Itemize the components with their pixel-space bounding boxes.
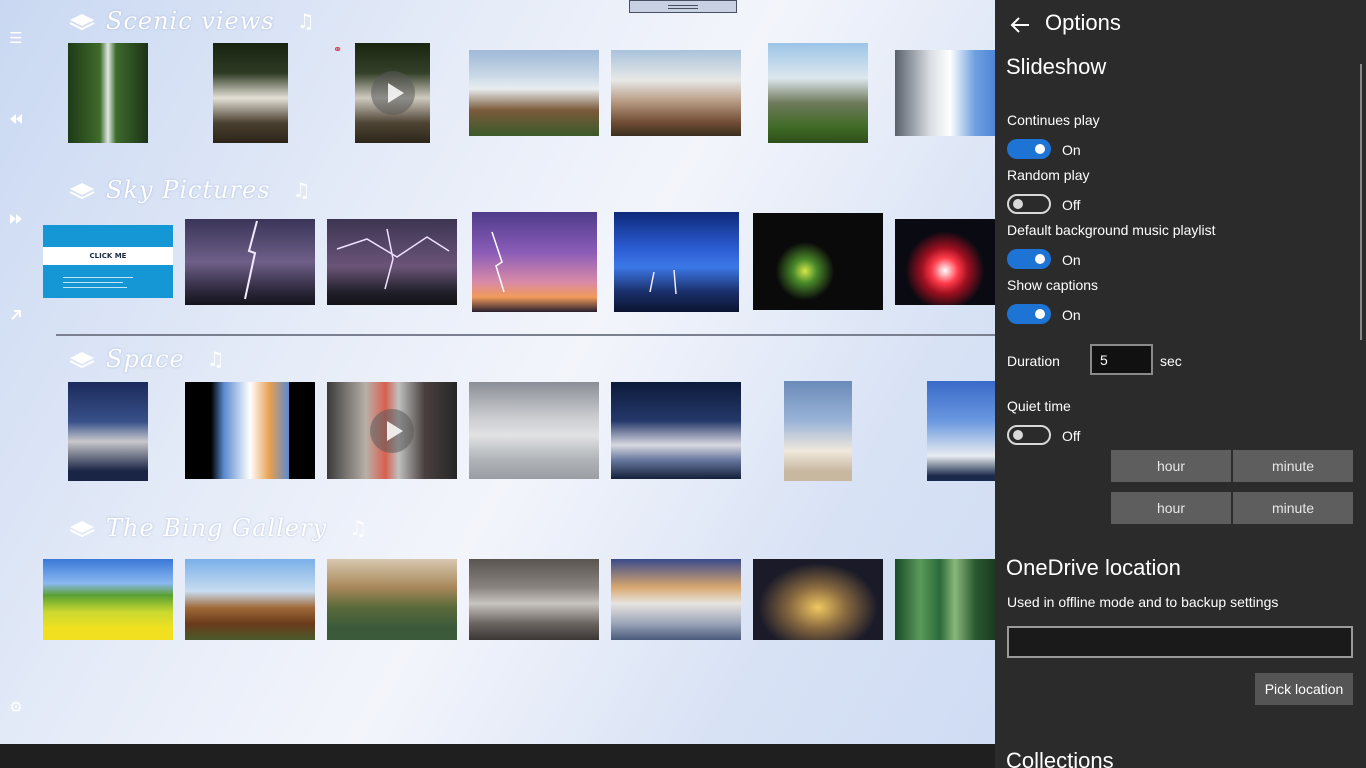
section-title: Scenic views xyxy=(106,7,275,35)
book-icon xyxy=(69,521,95,538)
play-icon[interactable] xyxy=(370,71,415,115)
continues-play-state: On xyxy=(1062,142,1081,158)
drag-handle[interactable] xyxy=(629,0,737,13)
quiet-time-label: Quiet time xyxy=(1007,398,1071,414)
book-icon xyxy=(69,183,95,200)
duration-unit: sec xyxy=(1160,353,1182,369)
photo-thumbnail[interactable] xyxy=(469,559,599,640)
photo-thumbnail[interactable] xyxy=(768,43,868,143)
quiet-start-hour-button[interactable]: hour xyxy=(1111,450,1231,482)
link-icon: ⚭ xyxy=(333,43,343,56)
music-note-icon[interactable]: ♫ xyxy=(297,9,315,33)
photo-thumbnail[interactable] xyxy=(213,43,288,143)
section-header-sky-pictures[interactable]: Sky Pictures ♫ xyxy=(68,175,310,205)
back-arrow-icon[interactable] xyxy=(1009,14,1031,36)
quiet-time-toggle[interactable] xyxy=(1007,425,1051,445)
photo-thumbnail[interactable] xyxy=(753,559,883,640)
photo-thumbnail[interactable] xyxy=(611,559,741,640)
click-me-card[interactable]: CLICK ME xyxy=(43,225,173,298)
photo-thumbnail[interactable] xyxy=(327,219,457,305)
photo-thumbnail[interactable] xyxy=(895,219,995,305)
section-title: Sky Pictures xyxy=(106,176,271,204)
default-music-state: On xyxy=(1062,252,1081,268)
photo-thumbnail[interactable] xyxy=(611,382,741,479)
click-me-label: CLICK ME xyxy=(43,247,173,265)
default-music-label: Default background music playlist xyxy=(1007,222,1216,238)
photo-thumbnail[interactable] xyxy=(895,559,995,640)
book-icon xyxy=(69,352,95,369)
collections-heading: Collections xyxy=(1006,748,1114,768)
onedrive-heading: OneDrive location xyxy=(1006,555,1181,580)
duration-label: Duration xyxy=(1007,353,1060,369)
pick-location-button[interactable]: Pick location xyxy=(1255,673,1353,705)
video-thumbnail[interactable] xyxy=(355,43,430,143)
photo-thumbnail[interactable] xyxy=(895,50,995,136)
photo-thumbnail[interactable] xyxy=(927,381,995,481)
play-icon[interactable] xyxy=(370,408,414,453)
photo-thumbnail[interactable] xyxy=(753,213,883,310)
photo-thumbnail[interactable] xyxy=(185,559,315,640)
random-play-state: Off xyxy=(1062,197,1081,213)
default-music-toggle[interactable] xyxy=(1007,249,1051,269)
show-captions-state: On xyxy=(1062,307,1081,323)
show-captions-label: Show captions xyxy=(1007,277,1099,293)
photo-thumbnail[interactable] xyxy=(68,382,148,481)
section-header-space[interactable]: Space ♫ xyxy=(68,344,225,374)
rewind-icon[interactable] xyxy=(6,111,26,131)
video-thumbnail[interactable] xyxy=(327,382,457,479)
music-note-icon[interactable]: ♫ xyxy=(293,178,311,202)
diagonal-arrow-icon[interactable] xyxy=(6,307,26,327)
section-header-scenic-views[interactable]: Scenic views ♫ xyxy=(68,6,315,36)
section-header-bing-gallery[interactable]: The Bing Gallery ♫ xyxy=(68,513,367,543)
duration-input[interactable] xyxy=(1090,344,1153,375)
gear-icon[interactable]: ⚙ xyxy=(6,697,26,717)
quiet-end-minute-button[interactable]: minute xyxy=(1233,492,1353,524)
photo-thumbnail[interactable] xyxy=(614,212,739,312)
photo-thumbnail[interactable] xyxy=(784,381,852,481)
slideshow-heading: Slideshow xyxy=(1006,54,1107,79)
music-note-icon[interactable]: ♫ xyxy=(349,516,367,540)
onedrive-path-input[interactable] xyxy=(1007,626,1353,658)
section-divider xyxy=(56,334,995,336)
taskbar-strip xyxy=(0,744,995,768)
show-captions-toggle[interactable] xyxy=(1007,304,1051,324)
music-note-icon[interactable]: ♫ xyxy=(207,347,225,371)
photo-thumbnail[interactable] xyxy=(43,559,173,640)
random-play-toggle[interactable] xyxy=(1007,194,1051,214)
panel-scrollbar[interactable] xyxy=(1360,64,1362,340)
section-title: The Bing Gallery xyxy=(106,514,328,542)
photo-thumbnail[interactable] xyxy=(327,559,457,640)
photo-thumbnail[interactable] xyxy=(611,50,741,136)
continues-play-toggle[interactable] xyxy=(1007,139,1051,159)
panel-title: Options xyxy=(1045,10,1121,35)
gallery-area: ☰ ⚙ Scenic views ♫ Sky Pictures ♫ Space … xyxy=(0,0,995,744)
photo-thumbnail[interactable] xyxy=(469,50,599,136)
photo-thumbnail[interactable] xyxy=(68,43,148,143)
photo-thumbnail[interactable] xyxy=(472,212,597,312)
onedrive-description: Used in offline mode and to backup setti… xyxy=(1007,594,1279,610)
section-title: Space xyxy=(106,345,185,373)
quiet-time-state: Off xyxy=(1062,428,1081,444)
quiet-start-minute-button[interactable]: minute xyxy=(1233,450,1353,482)
photo-thumbnail[interactable] xyxy=(185,382,315,479)
quiet-end-hour-button[interactable]: hour xyxy=(1111,492,1231,524)
photo-thumbnail[interactable] xyxy=(185,219,315,305)
photo-thumbnail[interactable] xyxy=(469,382,599,479)
hamburger-menu-icon[interactable]: ☰ xyxy=(6,28,26,48)
book-icon xyxy=(69,14,95,31)
fast-forward-icon[interactable] xyxy=(6,211,26,231)
options-panel: Options Slideshow Continues play On Rand… xyxy=(995,0,1366,768)
random-play-label: Random play xyxy=(1007,167,1090,183)
continues-play-label: Continues play xyxy=(1007,112,1100,128)
